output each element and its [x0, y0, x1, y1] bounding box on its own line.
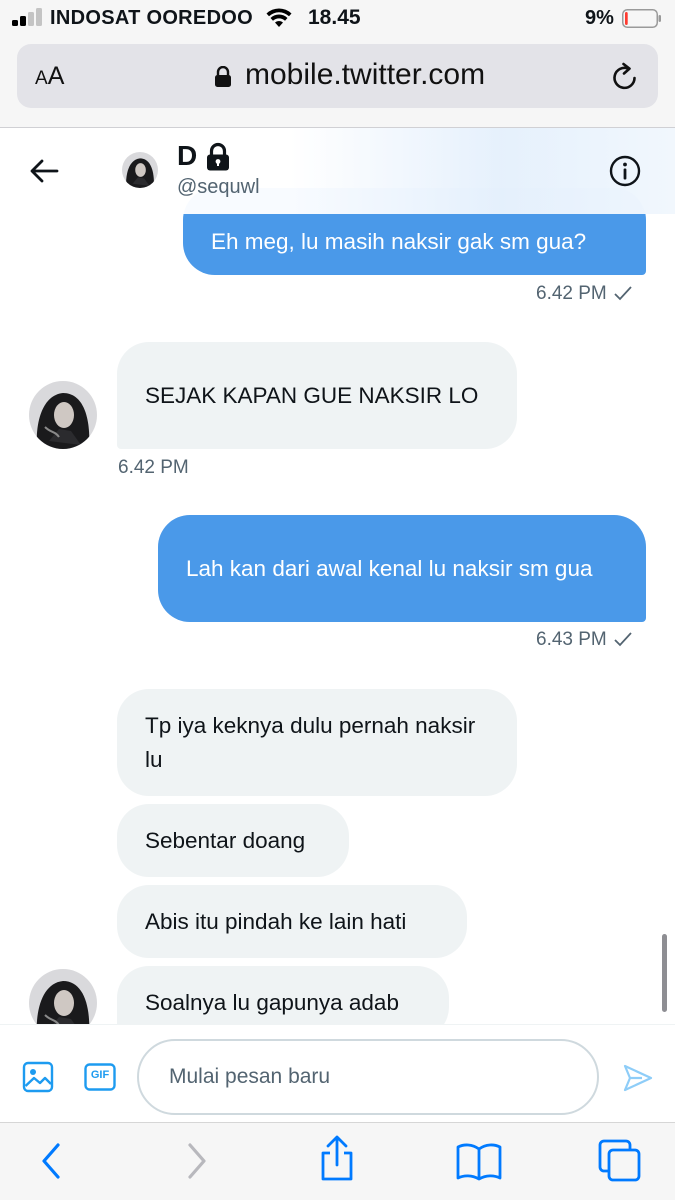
message-text: Sebentar doang — [145, 827, 306, 853]
message-text: Abis itu pindah ke lain hati — [145, 908, 407, 934]
message-text: SEJAK KAPAN GUE NAKSIR LO — [145, 382, 479, 408]
wifi-icon — [266, 8, 292, 27]
message-timestamp: 6.42 PM — [118, 457, 189, 478]
received-message-bubble[interactable]: Tp iya keknya dulu pernah naksir lu — [117, 689, 517, 796]
clock: 18.45 — [308, 6, 361, 29]
text-size-button[interactable]: AA — [35, 62, 64, 91]
message-text: Soalnya lu gapunya adab — [145, 989, 399, 1015]
forward-chevron-icon[interactable] — [182, 1141, 210, 1181]
status-bar: INDOSAT OOREDOO 18.45 9% — [0, 0, 675, 40]
sent-check-icon — [614, 286, 632, 301]
protected-account-lock-icon — [207, 142, 229, 171]
message-input[interactable] — [137, 1039, 599, 1115]
sent-message-bubble[interactable]: Lah kan dari awal kenal lu naksir sm gua — [158, 515, 646, 622]
message-meta: 6.43 PM — [536, 629, 633, 651]
browser-toolbar — [0, 1122, 675, 1200]
share-icon[interactable] — [318, 1135, 356, 1183]
avatar[interactable] — [29, 381, 97, 449]
avatar[interactable] — [122, 152, 158, 188]
gif-label: GIF — [90, 1069, 110, 1081]
lock-icon — [215, 66, 231, 87]
sent-check-icon — [614, 632, 632, 647]
conversation-header: D @sequwl — [0, 128, 675, 214]
tabs-icon[interactable] — [598, 1139, 642, 1183]
message-text: Lah kan dari awal kenal lu naksir sm gua — [186, 555, 593, 581]
conversation-name[interactable]: D — [177, 140, 197, 172]
reload-icon[interactable] — [609, 60, 641, 94]
url-text[interactable]: mobile.twitter.com — [245, 58, 485, 92]
bookmarks-icon[interactable] — [456, 1143, 502, 1181]
back-chevron-icon[interactable] — [38, 1141, 66, 1181]
send-icon[interactable] — [622, 1063, 654, 1093]
message-timestamp: 6.43 PM — [536, 629, 607, 650]
image-icon[interactable] — [22, 1061, 54, 1093]
info-icon[interactable] — [608, 154, 642, 188]
browser-address-area: AA mobile.twitter.com — [0, 40, 675, 128]
battery-percentage: 9% — [585, 7, 614, 29]
carrier-name: INDOSAT OOREDOO — [50, 7, 254, 29]
back-button[interactable] — [28, 156, 60, 186]
received-message-bubble[interactable]: SEJAK KAPAN GUE NAKSIR LO — [117, 342, 517, 449]
battery-icon — [622, 9, 661, 28]
message-text: Eh meg, lu masih naksir gak sm gua? — [211, 229, 587, 254]
message-meta: 6.42 PM — [536, 283, 633, 305]
scrollbar[interactable] — [662, 934, 667, 1012]
message-composer: GIF — [0, 1024, 675, 1122]
cellular-signal-icon — [12, 8, 44, 26]
received-message-bubble[interactable]: Sebentar doang — [117, 804, 349, 877]
gif-button[interactable]: GIF — [84, 1063, 116, 1091]
message-timestamp: 6.42 PM — [536, 283, 607, 304]
message-text: Tp iya keknya dulu pernah naksir lu — [145, 712, 476, 772]
received-message-bubble[interactable]: Abis itu pindah ke lain hati — [117, 885, 467, 958]
conversation-handle[interactable]: @sequwl — [177, 176, 260, 199]
address-bar[interactable]: AA mobile.twitter.com — [17, 44, 658, 108]
